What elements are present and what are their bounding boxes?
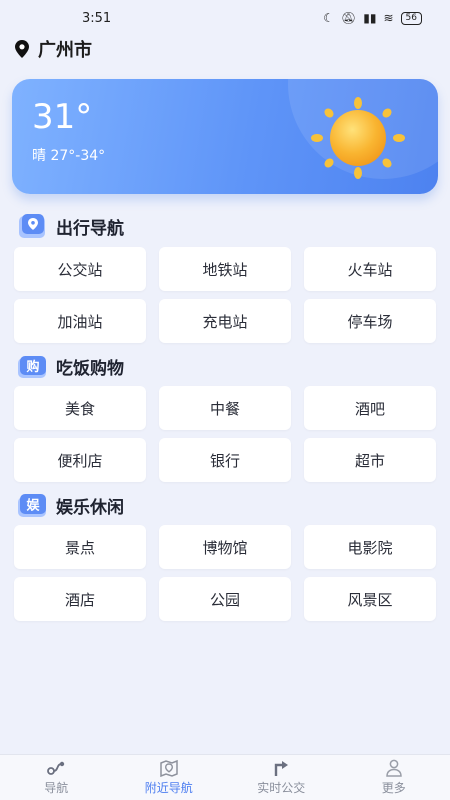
weather-description: 晴 27°-34°: [32, 148, 106, 164]
category-button-hotel[interactable]: 酒店: [14, 577, 146, 621]
wifi-icon: ≋: [383, 11, 394, 25]
status-time: 3:51: [82, 11, 112, 26]
category-button-parking[interactable]: 停车场: [304, 299, 436, 343]
tab-label: 更多: [381, 781, 406, 795]
shopping-bag-icon: 购: [18, 356, 46, 378]
section-title: 吃饭购物: [56, 358, 124, 379]
section-title: 出行导航: [56, 218, 124, 239]
svg-text:娱: 娱: [26, 499, 40, 514]
category-button-park[interactable]: 公园: [159, 577, 291, 621]
category-button-convenience-store[interactable]: 便利店: [14, 438, 146, 482]
weather-card[interactable]: 31° 晴 27°-34°: [12, 79, 438, 194]
category-button-charging-station[interactable]: 充电站: [159, 299, 291, 343]
location-city: 广州市: [38, 40, 92, 61]
weather-temperature: 31°: [32, 97, 93, 137]
category-grid-entertainment: 景点 博物馆 电影院 酒店 公园 风景区: [14, 525, 436, 621]
section-header-food-shopping: 购 吃饭购物: [16, 352, 124, 380]
tab-label: 导航: [44, 781, 69, 795]
category-button-bar[interactable]: 酒吧: [304, 386, 436, 430]
section-title: 娱乐休闲: [56, 497, 124, 518]
route-icon: [47, 761, 65, 775]
category-grid-food-shopping: 美食 中餐 酒吧 便利店 银行 超市: [14, 386, 436, 482]
category-button-food[interactable]: 美食: [14, 386, 146, 430]
category-button-chinese-food[interactable]: 中餐: [159, 386, 291, 430]
category-button-scenic-area[interactable]: 风景区: [304, 577, 436, 621]
category-button-museum[interactable]: 博物馆: [159, 525, 291, 569]
status-icons: ☾ 🔕︎ ▮▮ ≋ 56: [323, 11, 422, 25]
location-selector[interactable]: 广州市: [14, 36, 92, 62]
category-grid-travel: 公交站 地铁站 火车站 加油站 充电站 停车场: [14, 247, 436, 343]
tab-nearby-navigation[interactable]: 附近导航: [113, 755, 226, 800]
battery-icon: 56: [400, 11, 422, 25]
category-button-gas-station[interactable]: 加油站: [14, 299, 146, 343]
category-button-train-station[interactable]: 火车站: [304, 247, 436, 291]
tab-navigation[interactable]: 导航: [0, 755, 113, 800]
entertainment-icon: 娱: [18, 494, 46, 517]
category-button-subway[interactable]: 地铁站: [159, 247, 291, 291]
category-button-cinema[interactable]: 电影院: [304, 525, 436, 569]
tab-realtime-bus[interactable]: 实时公交: [225, 755, 338, 800]
map-navigation-icon: [19, 214, 45, 238]
user-icon: [385, 759, 402, 777]
category-button-scenic-spot[interactable]: 景点: [14, 525, 146, 569]
category-button-bank[interactable]: 银行: [159, 438, 291, 482]
bottom-tab-bar: 导航 附近导航 实时公交 更多: [0, 754, 450, 800]
mute-icon: 🔕︎: [341, 11, 357, 25]
tab-more[interactable]: 更多: [338, 755, 450, 800]
signal-icon: ▮▮: [363, 11, 377, 25]
moon-icon: ☾: [323, 11, 335, 25]
section-header-travel: 出行导航: [16, 212, 124, 240]
tab-label: 实时公交: [257, 781, 306, 795]
category-button-supermarket[interactable]: 超市: [304, 438, 436, 482]
section-header-entertainment: 娱 娱乐休闲: [16, 491, 124, 519]
bus-route-icon: [275, 761, 289, 776]
location-pin-icon: [15, 40, 29, 58]
tab-label: 附近导航: [144, 781, 193, 795]
svg-text:购: 购: [26, 359, 39, 375]
status-bar: 3:51 ☾ 🔕︎ ▮▮ ≋ 56: [0, 0, 450, 34]
sun-icon: [311, 97, 405, 179]
nearby-map-icon: [160, 759, 178, 777]
category-button-bus-stop[interactable]: 公交站: [14, 247, 146, 291]
